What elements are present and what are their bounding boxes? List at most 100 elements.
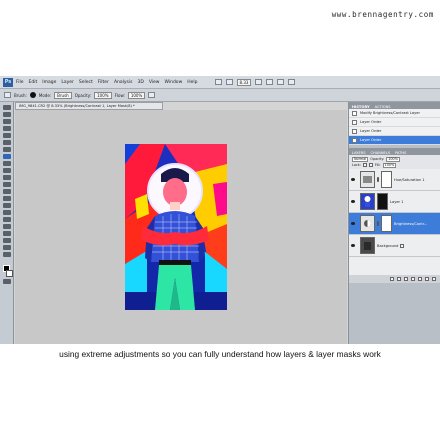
blend-mode-select[interactable]: Normal	[352, 156, 369, 162]
lock-pixels-icon[interactable]	[362, 163, 367, 167]
layer-mask-thumbnail[interactable]	[381, 215, 392, 232]
zoom-tool-icon[interactable]	[2, 252, 11, 257]
history-state-icon	[352, 137, 357, 143]
layers-panel-header: LAYERS CHANNELS PATHS	[349, 148, 440, 155]
clone-stamp-tool-icon[interactable]	[2, 161, 11, 166]
visibility-eye-icon[interactable]	[351, 178, 355, 181]
move-tool-icon[interactable]	[2, 105, 11, 110]
brush-tool-icon[interactable]	[2, 154, 11, 159]
history-brush-tool-icon[interactable]	[2, 168, 11, 173]
view-extras-icon[interactable]	[225, 79, 233, 85]
brush-size-icon[interactable]	[29, 92, 36, 98]
menu-layer[interactable]: Layer	[61, 80, 74, 85]
history-state-icon	[352, 119, 357, 125]
quick-mask-icon[interactable]	[2, 279, 11, 284]
hand-tool-icon[interactable]	[2, 245, 11, 250]
layer-thumbnail	[360, 193, 375, 210]
options-bar: Brush: Mode: Brush Opacity: 100% Flow: 1…	[0, 89, 440, 102]
tab-paths[interactable]: PATHS	[395, 151, 406, 155]
menu-3d[interactable]: 3D	[137, 80, 143, 85]
tab-layers[interactable]: LAYERS	[352, 151, 366, 155]
layers-footer	[349, 275, 440, 283]
brush-preset-icon[interactable]	[4, 92, 11, 98]
layer-row-hue-saturation[interactable]: Hue/Saturation 1	[349, 169, 440, 191]
lasso-tool-icon[interactable]	[2, 119, 11, 124]
rotate-view-icon[interactable]	[277, 79, 285, 85]
panel-dock: HISTORY ACTIONS Modify Brightness/Contra…	[348, 102, 440, 344]
menu-filter[interactable]: Filter	[98, 80, 109, 85]
healing-tool-icon[interactable]	[2, 147, 11, 152]
shape-tool-icon[interactable]	[2, 224, 11, 229]
lock-position-icon[interactable]	[368, 163, 373, 167]
3d-orbit-tool-icon[interactable]	[2, 238, 11, 243]
menu-window[interactable]: Window	[165, 80, 183, 85]
layer-style-icon[interactable]	[397, 277, 401, 281]
history-item[interactable]: Layer Order	[349, 118, 440, 127]
history-item[interactable]: Layer Order	[349, 127, 440, 136]
history-item-selected[interactable]: Layer Order	[349, 136, 440, 145]
visibility-eye-icon[interactable]	[351, 222, 355, 225]
path-select-tool-icon[interactable]	[2, 217, 11, 222]
dodge-tool-icon[interactable]	[2, 196, 11, 201]
layer-fill-field[interactable]: 100%	[382, 162, 397, 168]
background-color-swatch[interactable]	[5, 270, 13, 277]
add-mask-icon[interactable]	[404, 277, 408, 281]
photo-canvas[interactable]	[125, 144, 227, 310]
new-adjustment-icon[interactable]	[411, 277, 415, 281]
layer-row-background[interactable]: Background	[349, 235, 440, 257]
blur-tool-icon[interactable]	[2, 189, 11, 194]
menu-analysis[interactable]: Analysis	[114, 80, 133, 85]
tab-actions[interactable]: ACTIONS	[375, 105, 391, 109]
menu-edit[interactable]: Edit	[29, 80, 38, 85]
new-layer-icon[interactable]	[425, 277, 429, 281]
hand-tool-icon[interactable]	[255, 79, 263, 85]
pen-tool-icon[interactable]	[2, 203, 11, 208]
history-list: Modify Brightness/Contrast Layer Layer O…	[349, 109, 440, 145]
link-layers-icon[interactable]	[390, 277, 394, 281]
layer-row-brightness-contrast[interactable]: Brightness/Contr...	[349, 213, 440, 235]
menu-view[interactable]: View	[149, 80, 160, 85]
document-tab[interactable]: IMG_9841.CR2 @ 8.33% (Brightness/Contras…	[15, 102, 163, 110]
3d-rotate-tool-icon[interactable]	[2, 231, 11, 236]
flow-field[interactable]: 100%	[127, 91, 146, 99]
layer-mask-thumbnail[interactable]	[381, 171, 392, 188]
eyedropper-tool-icon[interactable]	[2, 140, 11, 145]
layers-controls: Normal Opacity: 100% Lock: Fill: 100%	[349, 155, 440, 169]
new-group-icon[interactable]	[418, 277, 422, 281]
visibility-eye-icon[interactable]	[351, 244, 355, 247]
zoom-tool-icon[interactable]	[266, 79, 274, 85]
layers-list: Hue/Saturation 1 Layer 1 Brightness/Cont…	[349, 169, 440, 275]
marquee-tool-icon[interactable]	[2, 112, 11, 117]
visibility-eye-icon[interactable]	[351, 200, 355, 203]
delete-layer-icon[interactable]	[432, 277, 436, 281]
menu-file[interactable]: File	[16, 80, 24, 85]
history-item[interactable]: Modify Brightness/Contrast Layer	[349, 109, 440, 118]
menu-select[interactable]: Select	[79, 80, 93, 85]
opacity-label: Opacity:	[74, 92, 92, 98]
layer-opacity-field[interactable]: 100%	[386, 156, 400, 162]
menu-help[interactable]: Help	[187, 80, 197, 85]
quick-select-tool-icon[interactable]	[2, 126, 11, 131]
history-state-icon	[352, 128, 357, 134]
type-tool-icon[interactable]	[2, 210, 11, 215]
canvas-area[interactable]	[15, 110, 347, 344]
eraser-tool-icon[interactable]	[2, 175, 11, 180]
arrange-documents-icon[interactable]	[288, 79, 296, 85]
launch-bridge-icon[interactable]	[214, 79, 222, 85]
crop-tool-icon[interactable]	[2, 133, 11, 138]
zoom-level-field[interactable]: 8.33	[236, 78, 252, 86]
airbrush-icon[interactable]	[148, 92, 156, 98]
tab-channels[interactable]: CHANNELS	[371, 151, 391, 155]
application-bar: 8.33	[214, 78, 296, 86]
mask-link-icon[interactable]	[377, 177, 379, 182]
photoshop-window: Ps File Edit Image Layer Select Filter A…	[0, 76, 440, 344]
layer-row-layer-1[interactable]: Layer 1	[349, 191, 440, 213]
opacity-field[interactable]: 100%	[94, 91, 112, 99]
tab-history[interactable]: HISTORY	[352, 105, 370, 109]
mode-select[interactable]: Brush	[54, 91, 72, 99]
adjustment-layer-icon	[360, 171, 375, 188]
layer-mask-thumbnail[interactable]	[377, 193, 388, 210]
gradient-tool-icon[interactable]	[2, 182, 11, 187]
mask-link-icon[interactable]	[377, 221, 379, 226]
menu-image[interactable]: Image	[42, 80, 56, 85]
